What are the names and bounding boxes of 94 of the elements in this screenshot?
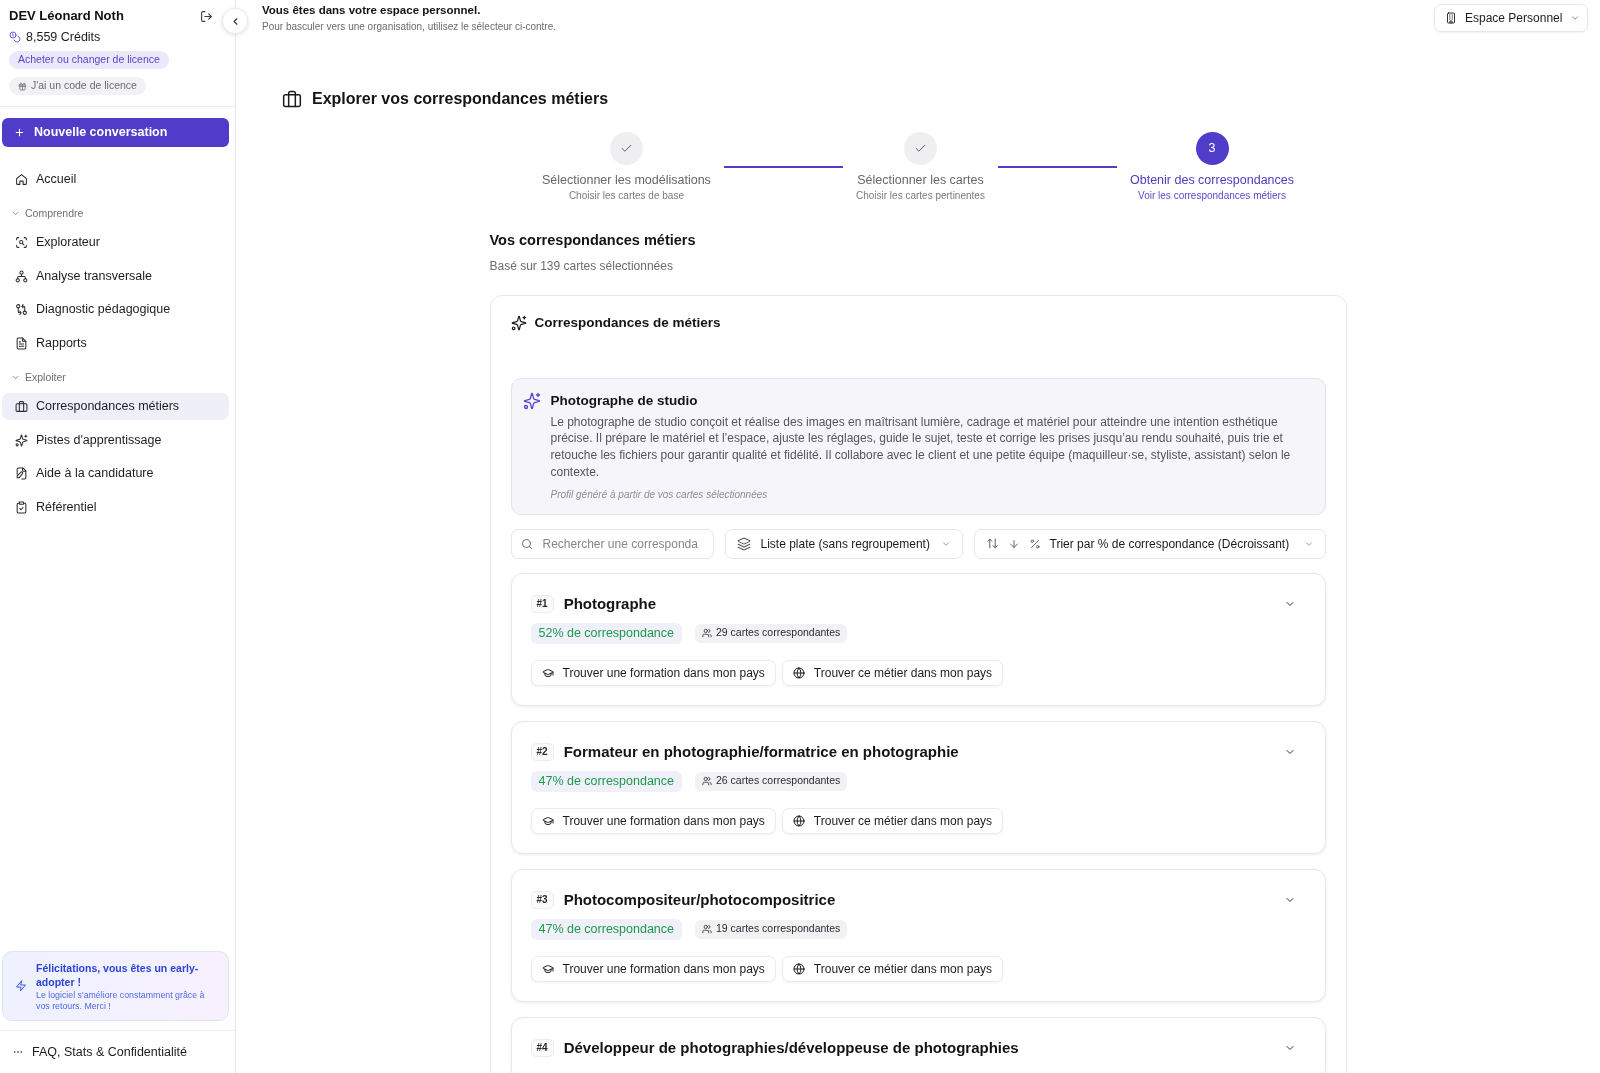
- sparkles-icon: [15, 433, 28, 447]
- step-label: Sélectionner les modélisations: [542, 171, 711, 189]
- find-job-button[interactable]: Trouver ce métier dans mon pays: [781, 955, 1004, 982]
- percent-icon: [1028, 537, 1041, 550]
- step-sublabel: Choisir les cartes de base: [568, 188, 684, 202]
- globe-icon: [792, 666, 805, 679]
- collapse-sidebar-button[interactable]: [222, 8, 248, 34]
- workspace-selector[interactable]: Espace Personnel: [1434, 4, 1588, 32]
- step-label: Obtenir des correspondances: [1130, 171, 1294, 189]
- space-subtitle: Pour basculer vers une organisation, utilisez le sélecteur ci-contre.: [262, 20, 557, 34]
- nav-item[interactable]: Analyse transversale: [2, 262, 229, 290]
- match-rank: #4: [530, 1038, 554, 1057]
- page-title: Explorer vos correspondances métiers: [312, 89, 609, 109]
- globe-icon: [792, 814, 805, 827]
- coins-icon: [9, 31, 21, 43]
- user-name: DEV Léonard Noth: [9, 7, 124, 25]
- notice-text: Le logiciel s'améliore constamment grâce à vos retours. Merci !: [36, 990, 206, 1011]
- graduation-cap-icon: [541, 666, 554, 679]
- logout-button[interactable]: [199, 8, 214, 24]
- sparkles-icon: [510, 315, 527, 331]
- find-training-button[interactable]: Trouver une formation dans mon pays: [530, 955, 776, 982]
- job-title: Développeur de photographies/développeuse de photographies: [563, 1037, 1019, 1058]
- nav-item[interactable]: Accueil: [2, 165, 229, 193]
- grouping-dropdown[interactable]: Liste plate (sans regroupement): [724, 528, 963, 559]
- matching-cards-count: 19 cartes correspondantes: [716, 921, 841, 937]
- section-toggle[interactable]: Exploiter: [2, 367, 229, 388]
- sparkles-icon: [522, 392, 541, 410]
- profile-title: Photographe de studio: [550, 392, 699, 410]
- lightning-icon: [15, 980, 27, 992]
- space-title: Vous êtes dans votre espace personnel.: [262, 3, 482, 18]
- step-sublabel: Voir les correspondances métiers: [1138, 188, 1286, 202]
- chevron-down-icon: [1570, 13, 1581, 23]
- section-title: Vos correspondances métiers: [489, 231, 697, 250]
- step-label: Sélectionner les cartes: [857, 171, 984, 189]
- job-title: Formateur en photographie/formatrice en photographie: [563, 741, 959, 762]
- gift-icon: [18, 81, 27, 91]
- faq-link[interactable]: FAQ, Stats & Confidentialité: [0, 1042, 187, 1062]
- step-number: 3: [1195, 131, 1229, 165]
- profile-description: Le photographe de studio conçoit et réalise des images en maîtrisant lumière, cadrage et matériel pour atteindre une intention esthétique précise. Il prépare le matériel et l’espace, ajuste les réglages, guide le sujet, teste et corrige les prises jusqu’au rendu souhaité, puis trie et retouche les fichiers pour garantir qualité et fidélité. Il collabore avec le client et une petite équipe (maquilleur·se, styliste, assistant) selon le contexte.: [550, 413, 1292, 481]
- license-code-button[interactable]: J'ai un code de licence: [9, 77, 146, 95]
- users-icon: [702, 628, 712, 639]
- job-title: Photocompositeur/photocompositrice: [563, 889, 836, 910]
- find-job-button[interactable]: Trouver ce métier dans mon pays: [781, 807, 1004, 834]
- nav-item[interactable]: Diagnostic pédagogique: [2, 296, 229, 323]
- matching-cards-count: 26 cartes correspondantes: [716, 773, 841, 789]
- briefcase-icon: [282, 89, 302, 109]
- find-job-button[interactable]: Trouver ce métier dans mon pays: [781, 659, 1004, 686]
- match-percentage: 52% de correspondance: [530, 622, 682, 644]
- users-icon: [702, 924, 712, 935]
- section-subtitle: Basé sur 139 cartes sélectionnées: [489, 258, 674, 274]
- arrow-down-icon: [1007, 537, 1020, 550]
- notice-title: Félicitations, vous êtes un early-adopter !: [36, 961, 200, 989]
- nav-item[interactable]: Explorateur: [2, 229, 229, 256]
- nav-item[interactable]: Rapports: [2, 329, 229, 357]
- job-title: Photographe: [563, 593, 657, 614]
- compare-arrows-icon: [15, 303, 28, 316]
- find-training-button[interactable]: Trouver une formation dans mon pays: [530, 807, 776, 834]
- scan-icon: [15, 236, 28, 249]
- users-icon: [702, 776, 712, 787]
- new-conversation-button[interactable]: Nouvelle conversation: [2, 118, 229, 147]
- sort-dropdown[interactable]: Trier par % de correspondance (Décroissant): [973, 528, 1326, 559]
- logout-icon: [200, 9, 213, 23]
- file-pen-icon: [15, 467, 28, 480]
- graduation-cap-icon: [541, 962, 554, 975]
- nav-item[interactable]: Correspondances métiers: [2, 393, 229, 420]
- matching-cards-count: 29 cartes correspondantes: [716, 625, 841, 641]
- briefcase-icon: [15, 400, 28, 413]
- match-percentage: 47% de correspondance: [530, 918, 682, 940]
- document-icon: [15, 336, 28, 350]
- nav-item[interactable]: Pistes d'apprentissage: [2, 426, 229, 454]
- home-icon: [15, 172, 28, 186]
- match-rank: #1: [530, 594, 554, 613]
- nav-item[interactable]: Référentiel: [2, 493, 229, 521]
- clipboard-check-icon: [15, 500, 28, 514]
- profile-note: Profil généré à partir de vos cartes sélectionnées: [550, 487, 769, 502]
- buy-license-link[interactable]: Acheter ou changer de licence: [9, 51, 169, 69]
- globe-icon: [792, 962, 805, 975]
- hierarchy-icon: [15, 269, 28, 283]
- match-rank: #3: [530, 890, 554, 909]
- match-percentage: 47% de correspondance: [530, 770, 682, 792]
- sort-arrows-icon: [985, 537, 999, 551]
- search-icon: [520, 537, 533, 550]
- step-sublabel: Choisir les cartes pertinentes: [855, 188, 985, 202]
- panel-title: Correspondances de métiers: [534, 313, 721, 332]
- find-training-button[interactable]: Trouver une formation dans mon pays: [530, 659, 776, 686]
- graduation-cap-icon: [541, 814, 554, 827]
- match-rank: #2: [530, 742, 554, 761]
- layers-icon: [736, 536, 751, 551]
- search-field[interactable]: Rechercher une corresponda: [510, 528, 714, 559]
- plus-icon: [14, 127, 25, 138]
- building-icon: [1445, 12, 1457, 24]
- credits-balance: 8,559 Crédits: [26, 28, 101, 46]
- section-toggle[interactable]: Comprendre: [2, 203, 229, 224]
- nav-item[interactable]: Aide à la candidature: [2, 460, 229, 487]
